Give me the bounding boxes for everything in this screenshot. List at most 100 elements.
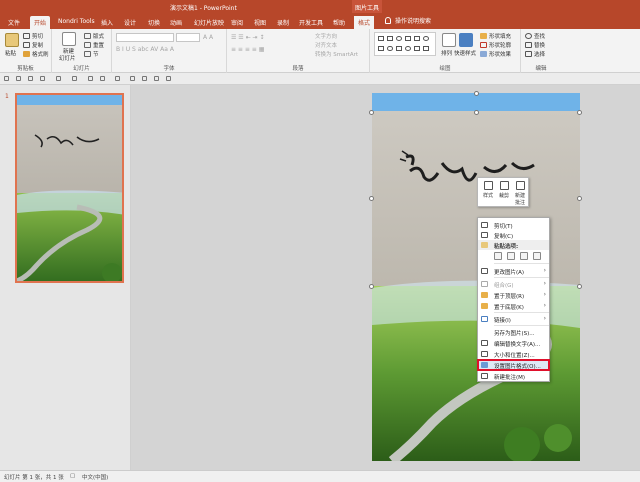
eyedropper-icon[interactable]: [40, 76, 45, 81]
rotate-handle[interactable]: [474, 91, 479, 96]
fill-color-icon[interactable]: [88, 76, 93, 81]
cut-button[interactable]: 剪切: [23, 32, 43, 40]
quick-styles-icon: [459, 33, 473, 47]
menu-item-format-picture[interactable]: 设置图片格式(O)...: [477, 359, 550, 371]
section-button[interactable]: 节: [84, 50, 99, 58]
paste-keep-text-only-icon[interactable]: [533, 252, 541, 260]
resize-handle[interactable]: [369, 196, 374, 201]
smartart-button[interactable]: 转换为 SmartArt: [315, 50, 358, 58]
format-painter-button[interactable]: 格式刷: [23, 50, 49, 58]
tab-transitions[interactable]: 切换: [144, 16, 164, 29]
line-color-icon[interactable]: [115, 76, 120, 81]
shapes-gallery[interactable]: [374, 32, 436, 56]
quick-styles-button[interactable]: 快速样式: [454, 49, 476, 57]
menu-item-link[interactable]: 链接(I) ›: [478, 314, 549, 324]
tab-animations[interactable]: 动画: [166, 16, 186, 29]
text-direction-button[interactable]: 文字方向: [315, 32, 337, 40]
guides-icon[interactable]: [154, 76, 159, 81]
menu-item-new-comment[interactable]: 新建批注(M): [478, 371, 549, 381]
submenu-arrow-icon: ›: [543, 267, 546, 274]
paste-use-destination-theme-icon[interactable]: [494, 252, 502, 260]
tab-insert[interactable]: 插入: [97, 16, 117, 29]
group-icon: [481, 281, 488, 287]
paste-keep-source-formatting-icon[interactable]: [507, 252, 515, 260]
reset-button[interactable]: 重置: [84, 41, 104, 49]
crop-icon: [499, 181, 509, 190]
shape-rect-icon: [414, 46, 420, 51]
resize-handle[interactable]: [369, 284, 374, 289]
eyedropper-icon[interactable]: [16, 76, 21, 81]
style-icon: [483, 181, 493, 190]
menu-item-cut[interactable]: 剪切(T): [478, 220, 549, 230]
tab-developer[interactable]: 开发工具: [295, 16, 327, 29]
tab-home[interactable]: 开始: [30, 16, 51, 29]
tab-file[interactable]: 文件: [4, 16, 24, 29]
cursor-icon: [525, 51, 532, 57]
paste-picture-icon[interactable]: [520, 252, 528, 260]
resize-handle[interactable]: [577, 196, 582, 201]
tab-view[interactable]: 视图: [250, 16, 270, 29]
tell-me-search[interactable]: 操作说明搜索: [385, 16, 431, 25]
menu-item-save-as-picture[interactable]: 另存为图片(S)...: [478, 327, 549, 337]
paste-icon: [5, 33, 19, 47]
shape-fill-button[interactable]: 形状填充: [480, 32, 511, 40]
tab-help[interactable]: 帮助: [329, 16, 349, 29]
font-name-combo[interactable]: [116, 33, 174, 42]
eyedropper-icon[interactable]: [28, 76, 33, 81]
font-size-combo[interactable]: [176, 33, 200, 42]
reset-icon: [84, 42, 91, 48]
shadow-icon[interactable]: [130, 76, 135, 81]
accessibility-icon[interactable]: ▢: [70, 473, 75, 479]
language-status[interactable]: 中文(中国): [82, 473, 108, 481]
mini-crop-button[interactable]: 裁剪: [496, 180, 512, 206]
alignment-buttons-icon[interactable]: ≡ ≡ ≡ ≡ ▦: [231, 46, 264, 53]
resize-handle[interactable]: [369, 110, 374, 115]
color-picker-icon[interactable]: [56, 76, 61, 81]
menu-item-copy[interactable]: 复制(C): [478, 230, 549, 240]
tab-picture-format[interactable]: 格式: [354, 16, 375, 29]
tab-slide-show[interactable]: 幻灯片放映: [190, 16, 228, 29]
text-color-icon[interactable]: [72, 76, 77, 81]
menu-item-size-position[interactable]: 大小和位置(Z)...: [478, 349, 549, 359]
menu-separator: [494, 325, 549, 326]
font-grow-icon[interactable]: A A: [203, 34, 213, 41]
replace-button[interactable]: 替换: [525, 41, 545, 49]
list-buttons-icon[interactable]: ☰ ☰ ⇤ ⇥ ↕: [231, 34, 264, 41]
paste-button[interactable]: 粘贴: [5, 49, 16, 57]
align-text-button[interactable]: 对齐文本: [315, 41, 337, 49]
menu-item-edit-alt-text[interactable]: 编辑替换文字(A)...: [478, 338, 549, 348]
font-format-buttons-icon[interactable]: B I U S abc AV Aa A: [116, 46, 174, 53]
menu-item-change-picture[interactable]: 更改图片(A) ›: [478, 266, 549, 276]
new-slide-button-line2[interactable]: 幻灯片: [59, 54, 76, 62]
arrange-button[interactable]: 排列: [441, 49, 452, 57]
mini-new-comment-button[interactable]: 新建 批注: [512, 180, 528, 206]
copy-button[interactable]: 复制: [23, 41, 43, 49]
paragraph-group: ☰ ☰ ⇤ ⇥ ↕ ≡ ≡ ≡ ≡ ▦ 文字方向 对齐文本 转换为 SmartA…: [227, 29, 370, 73]
tab-review[interactable]: 审阅: [227, 16, 247, 29]
paint-bucket-icon: [480, 33, 487, 39]
tab-nondri-tools[interactable]: Nondri Tools: [54, 16, 99, 29]
grid-icon[interactable]: [142, 76, 147, 81]
resize-handle[interactable]: [577, 110, 582, 115]
shape-effects-button[interactable]: 形状效果: [480, 50, 511, 58]
alt-text-icon: [481, 340, 488, 346]
shape-outline-button[interactable]: 形状轮廓: [480, 41, 511, 49]
outline-color-icon[interactable]: [100, 76, 105, 81]
resize-handle[interactable]: [577, 284, 582, 289]
menu-item-bring-to-front[interactable]: 置于顶层(R) ›: [478, 290, 549, 300]
slide-thumbnail[interactable]: [15, 93, 124, 283]
menu-cut-label: 剪切(T): [494, 223, 513, 230]
select-button[interactable]: 选择: [525, 50, 545, 58]
layout-button[interactable]: 版式: [84, 32, 104, 40]
tab-recording[interactable]: 录制: [273, 16, 293, 29]
tab-design[interactable]: 设计: [120, 16, 140, 29]
snap-icon[interactable]: [166, 76, 171, 81]
arrange-icon: [442, 33, 456, 47]
resize-handle[interactable]: [474, 110, 479, 115]
menu-item-send-to-back[interactable]: 置于底层(K) ›: [478, 301, 549, 311]
mini-new-comment-label-2: 批注: [514, 200, 525, 206]
menu-item-group[interactable]: 组合(G) ›: [478, 279, 549, 289]
mini-style-button[interactable]: 样式: [480, 180, 496, 206]
find-button[interactable]: 查找: [525, 32, 545, 40]
eyedropper-icon[interactable]: [4, 76, 9, 81]
